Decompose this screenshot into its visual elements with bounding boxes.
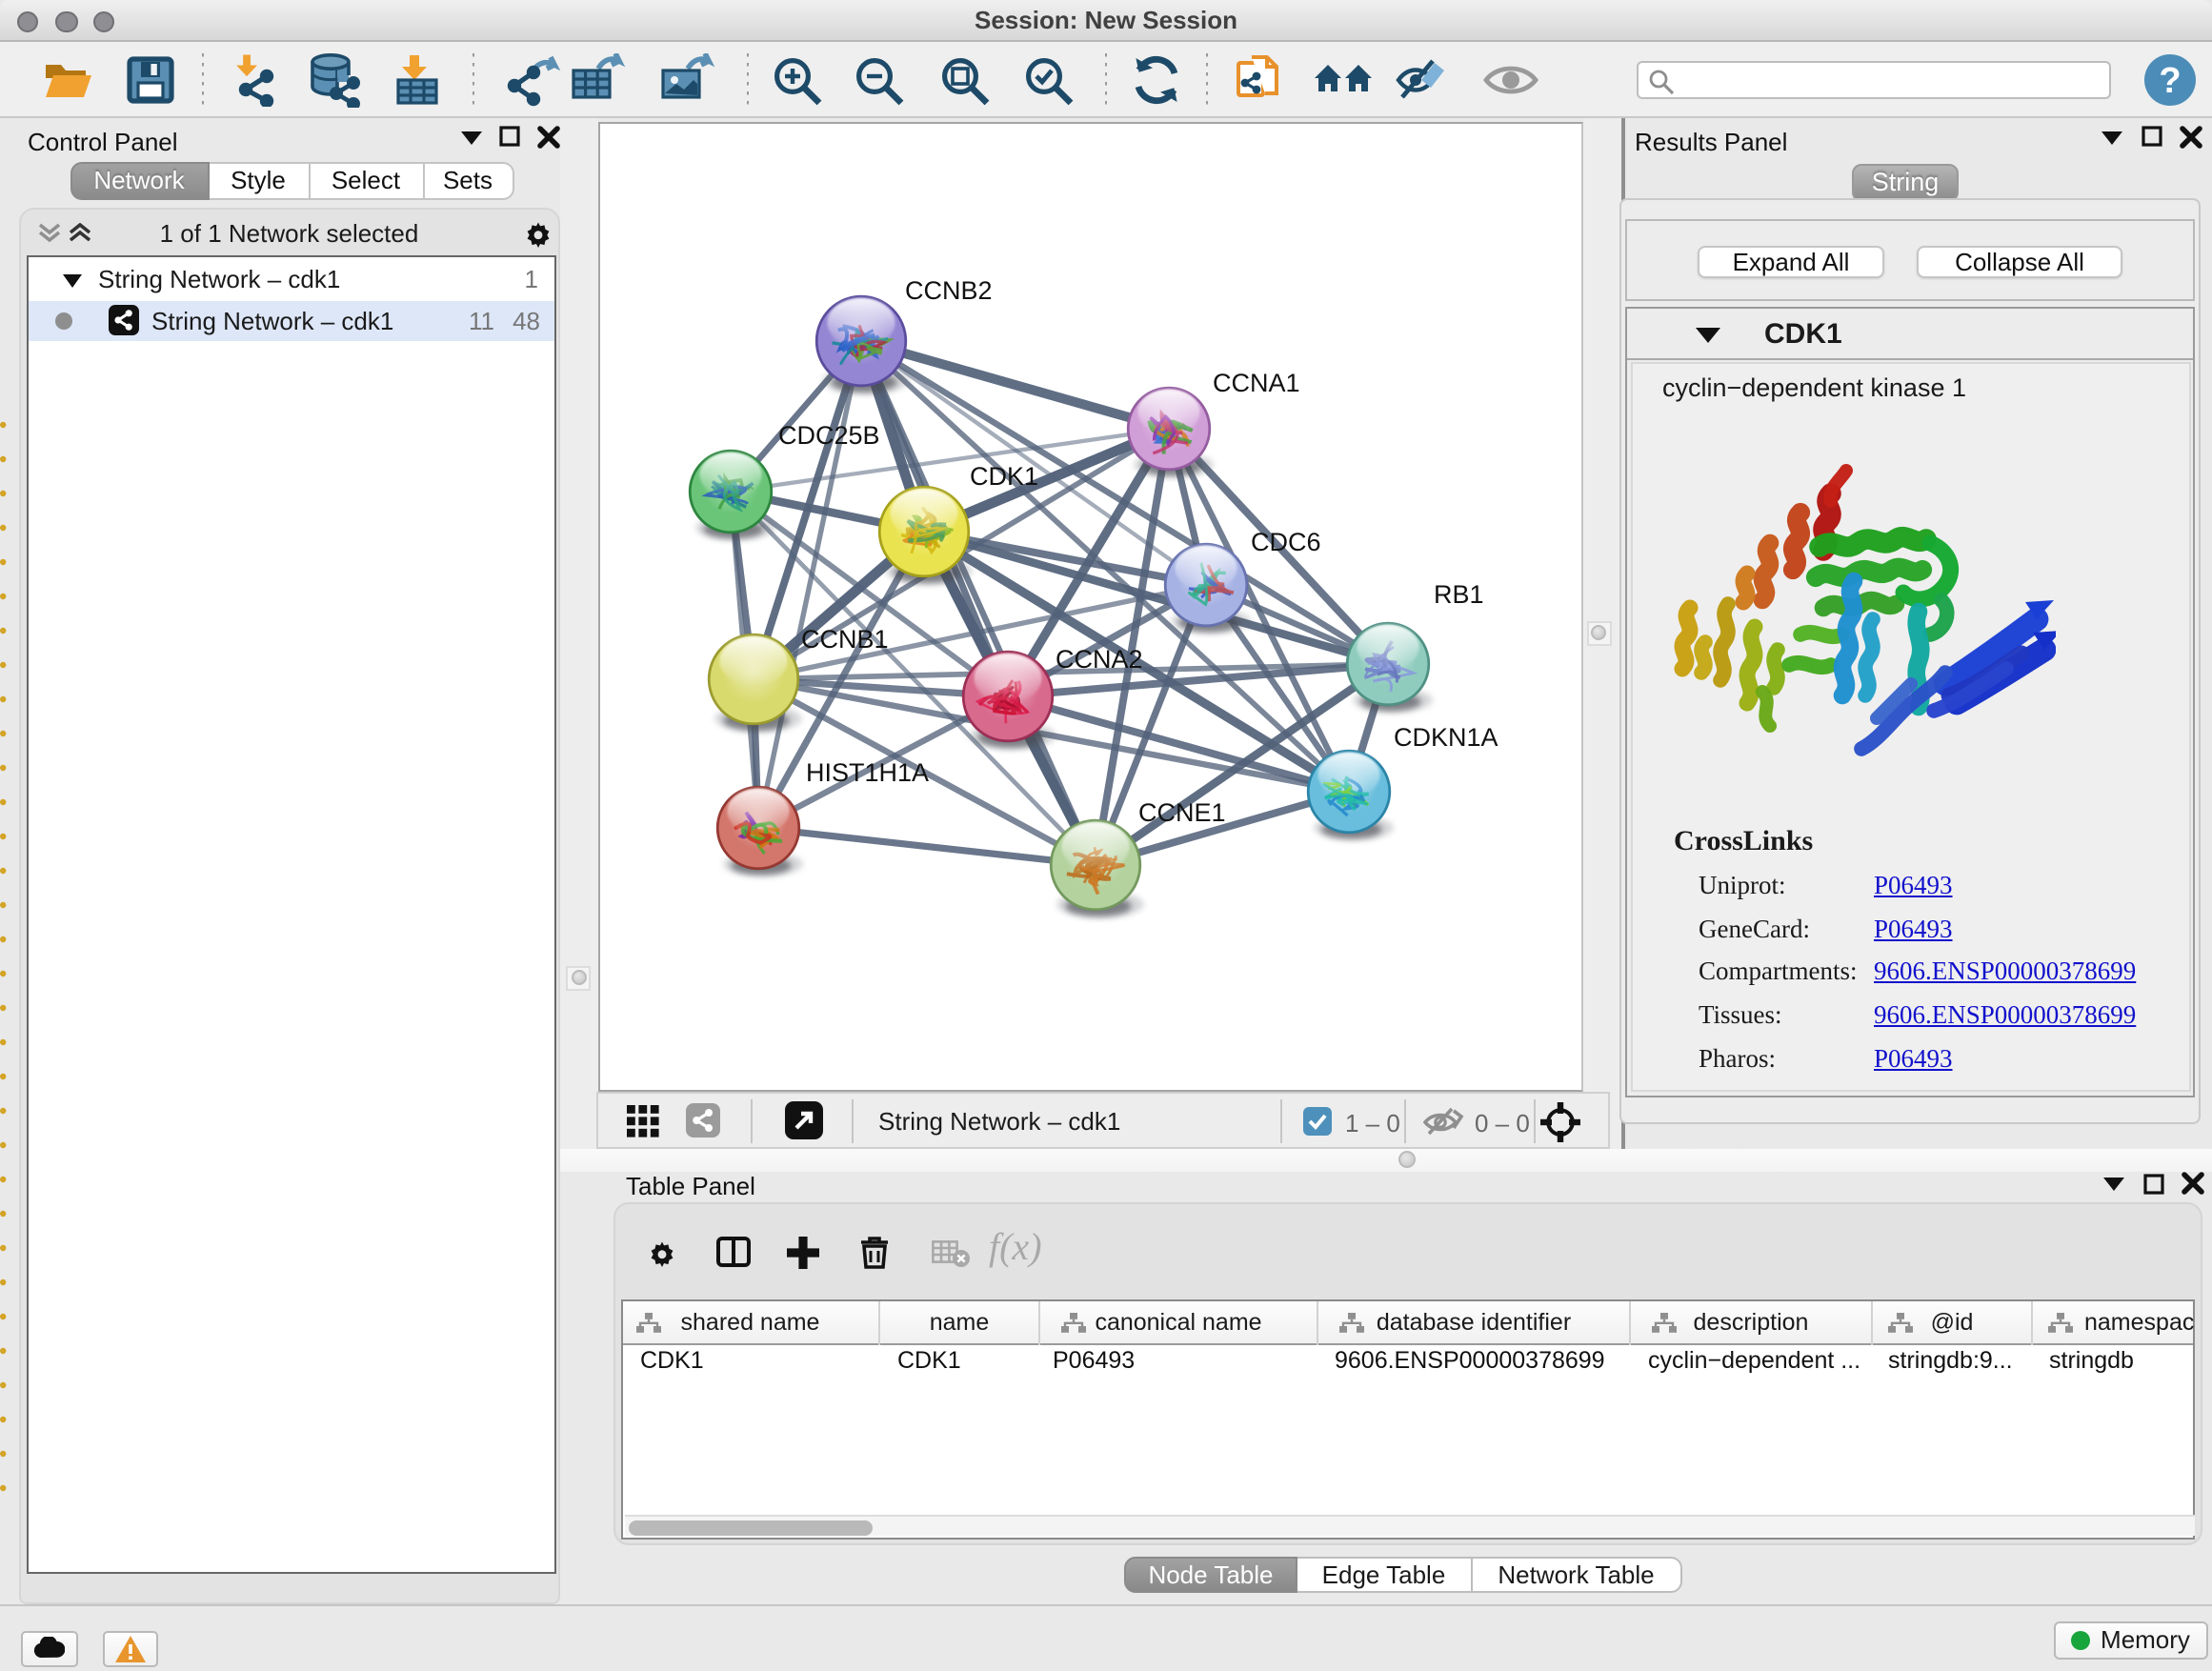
svg-text:?: ?: [2158, 60, 2180, 100]
svg-text:HIST1H1A: HIST1H1A: [806, 757, 929, 786]
svg-text:CCNE1: CCNE1: [1138, 797, 1226, 826]
svg-text:CCNB1: CCNB1: [801, 624, 889, 653]
svg-text:CCNA1: CCNA1: [1213, 368, 1300, 396]
svg-text:CDC25B: CDC25B: [778, 420, 880, 449]
svg-text:RB1: RB1: [1434, 579, 1484, 608]
svg-text:CDKN1A: CDKN1A: [1394, 722, 1498, 751]
svg-text:CDC6: CDC6: [1251, 527, 1321, 555]
svg-text:CDK1: CDK1: [970, 461, 1038, 490]
svg-text:CCNB2: CCNB2: [905, 275, 993, 304]
svg-text:CCNA2: CCNA2: [1056, 644, 1143, 673]
